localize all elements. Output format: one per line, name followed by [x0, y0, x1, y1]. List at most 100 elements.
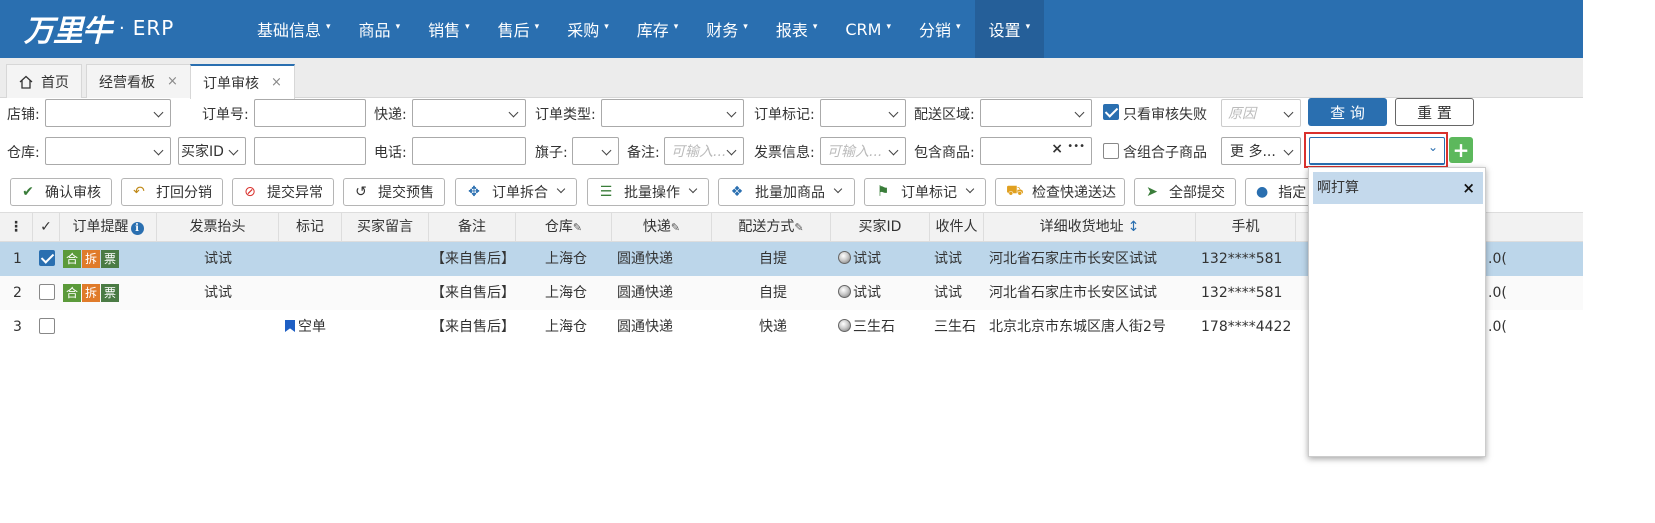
- region-label: 配送区域:: [914, 107, 975, 123]
- order-mark-label: 订单标记:: [754, 107, 815, 123]
- menu-goods[interactable]: 商品 ▾: [345, 0, 415, 58]
- col-invoice-title[interactable]: 发票抬头: [157, 213, 279, 243]
- chevron-down-icon: [833, 184, 843, 194]
- buyer-id-input[interactable]: [254, 137, 366, 165]
- col-buyer-id[interactable]: 买家ID: [831, 213, 930, 243]
- order-mark-button[interactable]: ⚑ 订单标记: [864, 178, 986, 206]
- close-icon[interactable]: ×: [1462, 172, 1475, 204]
- column-menu-icon[interactable]: ⋮: [0, 213, 33, 243]
- sort-icon[interactable]: ↕: [1128, 219, 1140, 235]
- order-no-input[interactable]: [254, 99, 366, 127]
- buyer-id-text: 三生石: [853, 319, 895, 335]
- reason-select[interactable]: 原因: [1221, 99, 1301, 127]
- button-label: 批量加商品: [755, 185, 825, 201]
- buyer-id: 试试: [838, 276, 881, 310]
- tab-label: 经营看板: [99, 74, 155, 91]
- menu-crm[interactable]: CRM ▾: [831, 0, 905, 58]
- dropdown-option[interactable]: 啊打算 ×: [1313, 172, 1483, 204]
- buyer-id-text: 试试: [853, 285, 881, 301]
- col-buyer-message[interactable]: 买家留言: [342, 213, 429, 243]
- menu-distribution[interactable]: 分销 ▾: [905, 0, 975, 58]
- delivery: 快递: [759, 319, 787, 335]
- express-select[interactable]: [412, 99, 526, 127]
- region-select[interactable]: [980, 99, 1092, 127]
- tab-home[interactable]: 首页: [6, 64, 82, 98]
- menu-finance[interactable]: 财务 ▾: [692, 0, 762, 58]
- return-distribution-button[interactable]: ↶ 打回分销: [121, 178, 223, 206]
- brand-product: ERP: [132, 16, 175, 40]
- truncated-cell: .0(: [1488, 319, 1507, 335]
- more-dots-icon[interactable]: •••: [1067, 141, 1085, 152]
- confirm-review-button[interactable]: ✔ 确认审核: [10, 178, 112, 206]
- row-checkbox[interactable]: [39, 250, 55, 266]
- col-mark[interactable]: 标记: [279, 213, 342, 243]
- col-warehouse[interactable]: 仓库✎: [516, 213, 612, 243]
- col-receiver[interactable]: 收件人: [930, 213, 984, 243]
- reset-button[interactable]: 重 置: [1395, 98, 1474, 126]
- mobile: 132****581: [1201, 285, 1283, 301]
- phone-input[interactable]: [412, 137, 526, 165]
- select-all-check[interactable]: ✓: [33, 213, 60, 243]
- bookmark-flag-icon: [285, 320, 295, 332]
- col-express[interactable]: 快递✎: [612, 213, 712, 243]
- col-delivery[interactable]: 配送方式✎: [712, 213, 831, 243]
- express-label: 快递:: [374, 107, 407, 123]
- submit-presale-button[interactable]: ↺ 提交预售: [343, 178, 445, 206]
- shop-select[interactable]: [45, 99, 171, 127]
- assign-button[interactable]: ● 指定: [1245, 178, 1315, 206]
- buyer-avatar-icon: [838, 251, 851, 264]
- col-mobile[interactable]: 手机: [1196, 213, 1296, 243]
- submit-all-button[interactable]: ➤ 全部提交: [1134, 178, 1236, 206]
- order-mark-select[interactable]: [820, 99, 906, 127]
- submit-exception-button[interactable]: ⊘ 提交异常: [232, 178, 334, 206]
- header-label: 订单提醒: [72, 219, 129, 235]
- combo-checkbox[interactable]: [1103, 143, 1119, 159]
- chevron-down-icon: ▾: [465, 22, 470, 32]
- col-order-reminder[interactable]: 订单提醒 i: [60, 213, 157, 243]
- remark-select[interactable]: 可输入...: [664, 137, 744, 165]
- warehouse: 上海仓: [545, 319, 587, 335]
- add-button[interactable]: +: [1449, 137, 1473, 163]
- warehouse-select[interactable]: [45, 137, 171, 165]
- express: 圆通快递: [617, 285, 673, 301]
- menu-sales[interactable]: 销售 ▾: [414, 0, 484, 58]
- batch-operation-button[interactable]: ☰ 批量操作: [587, 178, 709, 206]
- clear-icon[interactable]: ×: [1051, 141, 1063, 157]
- menu-after-sales[interactable]: 售后 ▾: [484, 0, 554, 58]
- menu-reports[interactable]: 报表 ▾: [762, 0, 832, 58]
- row-checkbox[interactable]: [39, 284, 55, 300]
- brand-logo[interactable]: 万里牛 · ERP: [24, 8, 175, 49]
- invoice-select[interactable]: 可输入...: [820, 137, 906, 165]
- buyer-id-type-select[interactable]: 买家ID: [178, 137, 246, 165]
- tab-label: 首页: [41, 74, 69, 91]
- menu-settings[interactable]: 设置 ▾: [974, 0, 1045, 58]
- batch-add-goods-button[interactable]: ❖ 批量加商品: [718, 178, 855, 206]
- order-type-select[interactable]: [601, 99, 744, 127]
- query-button[interactable]: 查 询: [1308, 98, 1387, 126]
- tab-dashboard[interactable]: 经营看板 ×: [86, 64, 191, 98]
- col-remark[interactable]: 备注: [429, 213, 516, 243]
- info-icon: i: [130, 222, 144, 235]
- split-merge-button[interactable]: ✥ 订单拆合: [455, 178, 577, 206]
- close-icon[interactable]: ×: [167, 74, 178, 89]
- more-select[interactable]: 更 多...: [1221, 137, 1301, 165]
- more-value: 更 多...: [1230, 144, 1276, 160]
- custom-select[interactable]: ⌄: [1309, 137, 1445, 165]
- close-icon[interactable]: ×: [271, 75, 282, 90]
- col-address[interactable]: 详细收货地址 ↕: [984, 213, 1196, 243]
- split-badge: 拆: [82, 250, 100, 268]
- tab-label: 订单审核: [203, 75, 259, 92]
- menu-basic-info[interactable]: 基础信息 ▾: [243, 0, 345, 58]
- flag-icon: ⚑: [876, 184, 890, 200]
- menu-purchase[interactable]: 采购 ▾: [553, 0, 623, 58]
- brand-dot: ·: [119, 17, 125, 39]
- flag-select[interactable]: [572, 137, 619, 165]
- menu-inventory[interactable]: 库存 ▾: [623, 0, 693, 58]
- row-checkbox[interactable]: [39, 318, 55, 334]
- buyer-id: 试试: [838, 242, 881, 276]
- receiver: 三生石: [934, 319, 976, 335]
- only-failed-checkbox[interactable]: [1103, 104, 1119, 120]
- tab-order-review[interactable]: 订单审核 ×: [190, 64, 295, 99]
- check-delivery-button[interactable]: ⛟ 检查快递送达: [995, 178, 1125, 206]
- contains-goods-input[interactable]: × •••: [980, 137, 1092, 165]
